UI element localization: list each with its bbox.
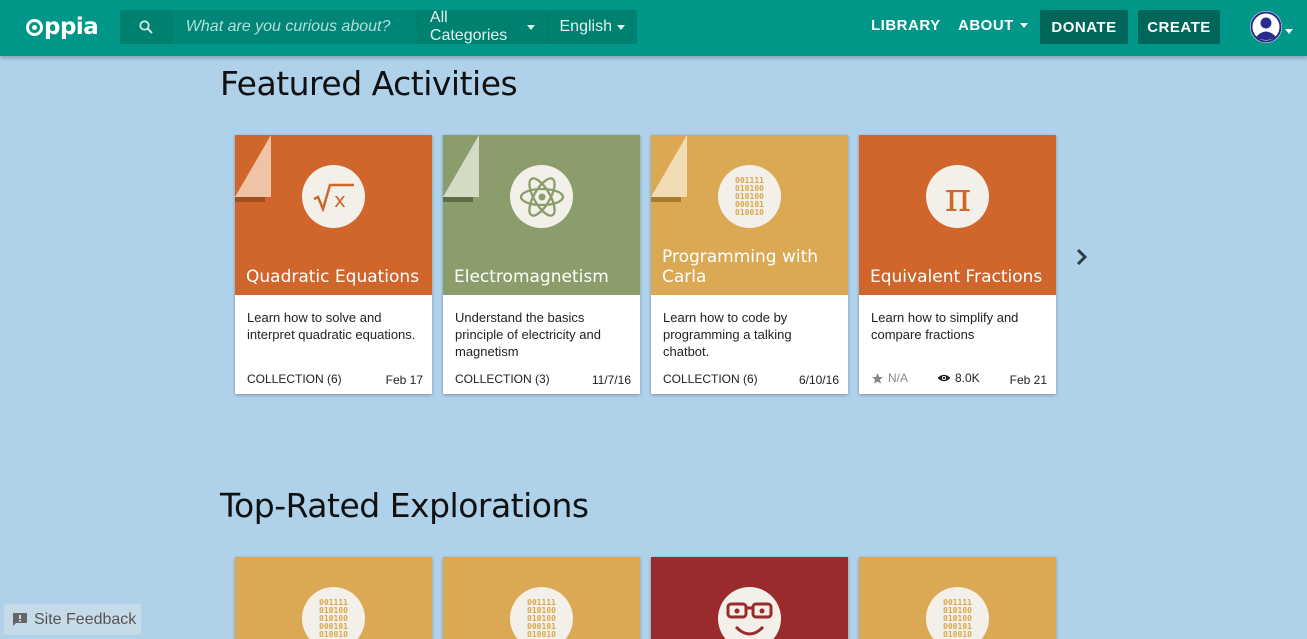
binary-line: 010010 [735, 207, 764, 217]
card-thumbnail: x Quadratic Equations [235, 135, 432, 295]
card-thumbnail: Electromagnetism [443, 135, 640, 295]
card-date: 11/7/16 [591, 373, 631, 387]
eye-icon [937, 374, 951, 382]
carousel-next-button[interactable] [1073, 247, 1091, 267]
page-fold-icon [235, 135, 271, 202]
binary-line: 010010 [943, 629, 972, 639]
views: 8.0K [937, 371, 980, 385]
card-description: Learn how to code by programming a talki… [663, 310, 792, 359]
binary-icon: 001111 010100 010100 000101 010010 [302, 587, 365, 639]
card-description: Learn how to solve and interpret quadrat… [247, 310, 416, 342]
svg-text:π: π [944, 177, 970, 217]
smiley-glasses-icon [718, 587, 781, 639]
logo-o-icon [26, 18, 43, 36]
binary-line: 010010 [527, 629, 556, 639]
featured-activities-heading: Featured Activities [220, 64, 518, 103]
card-description: Understand the basics principle of elect… [455, 310, 601, 359]
rating-value: N/A [888, 371, 909, 385]
atom-icon [510, 165, 573, 228]
user-profile-icon [1250, 11, 1282, 43]
chevron-down-icon [1019, 23, 1028, 28]
user-avatar[interactable] [1250, 11, 1282, 43]
card-title: Programming with Carla [662, 247, 819, 287]
rating: N/A [871, 371, 908, 385]
binary-icon: 001111 010100 010100 000101 010010 [510, 587, 573, 639]
binary-icon: 001111 010100 010100 000101 010010 [718, 165, 781, 228]
sqrt-x-icon: x [302, 165, 365, 228]
views-count: 8.0K [955, 371, 980, 385]
category-label: All Categories [429, 9, 508, 44]
card-date: Feb 21 [1009, 373, 1047, 387]
collection-count: COLLECTION (6) [247, 372, 342, 386]
nav-about-dropdown[interactable]: ABOUT [958, 17, 1028, 34]
top-navbar: ppia All Categories English LIBRARY ABOU… [0, 0, 1307, 56]
chevron-right-icon [1076, 248, 1088, 266]
page-fold-icon [443, 135, 479, 202]
exploration-card[interactable]: 001111 010100 010100 000101 010010 [235, 557, 432, 639]
card-description: Learn how to simplify and compare fracti… [871, 310, 1019, 342]
top-rated-heading: Top-Rated Explorations [220, 486, 589, 525]
binary-icon: 001111 010100 010100 000101 010010 [926, 587, 989, 639]
language-label: English [559, 18, 612, 35]
card-thumbnail: π Equivalent Fractions [859, 135, 1056, 295]
feedback-icon [13, 612, 27, 626]
collection-count: COLLECTION (6) [663, 372, 758, 386]
binary-line: 010010 [319, 629, 348, 639]
search-bar: All Categories English [120, 9, 637, 44]
exploration-card[interactable]: 001111 010100 010100 000101 010010 [443, 557, 640, 639]
activity-card[interactable]: 001111 010100 010100 000101 010010 Progr… [651, 135, 848, 394]
search-input[interactable] [172, 10, 417, 44]
create-button[interactable]: CREATE [1138, 10, 1220, 44]
site-feedback-button[interactable]: Site Feedback [4, 604, 141, 635]
exploration-card[interactable] [651, 557, 848, 639]
card-title: Equivalent Fractions [870, 267, 1043, 287]
donate-button[interactable]: DONATE [1040, 10, 1128, 44]
language-dropdown[interactable]: English [546, 10, 637, 44]
card-thumbnail: 001111 010100 010100 000101 010010 Progr… [651, 135, 848, 295]
exploration-card[interactable]: 001111 010100 010100 000101 010010 [859, 557, 1056, 639]
svg-text:x: x [334, 188, 346, 212]
donate-label: DONATE [1051, 18, 1117, 36]
page-fold-icon [651, 135, 687, 202]
card-title: Electromagnetism [454, 267, 609, 287]
activity-card[interactable]: π Equivalent Fractions Learn how to simp… [859, 135, 1056, 394]
nav-library-label: LIBRARY [871, 17, 941, 34]
site-feedback-label: Site Feedback [34, 610, 137, 628]
oppia-logo[interactable]: ppia [26, 12, 99, 42]
card-date: Feb 17 [385, 373, 423, 387]
activity-card[interactable]: x Quadratic Equations Learn how to solve… [235, 135, 432, 394]
logo-text: ppia [44, 14, 99, 40]
chevron-down-icon [616, 24, 625, 30]
create-label: CREATE [1147, 18, 1211, 36]
pi-icon: π [926, 165, 989, 228]
collection-count: COLLECTION (3) [455, 372, 550, 386]
card-title: Quadratic Equations [246, 267, 420, 287]
activity-card[interactable]: Electromagnetism Understand the basics p… [443, 135, 640, 394]
chevron-down-icon [526, 24, 535, 30]
nav-library-link[interactable]: LIBRARY [871, 17, 941, 34]
search-icon[interactable] [120, 10, 173, 44]
chevron-down-icon[interactable] [1285, 29, 1293, 34]
card-date: 6/10/16 [798, 373, 839, 387]
category-dropdown[interactable]: All Categories [416, 9, 547, 44]
star-icon [872, 372, 883, 384]
nav-about-label: ABOUT [958, 17, 1014, 34]
